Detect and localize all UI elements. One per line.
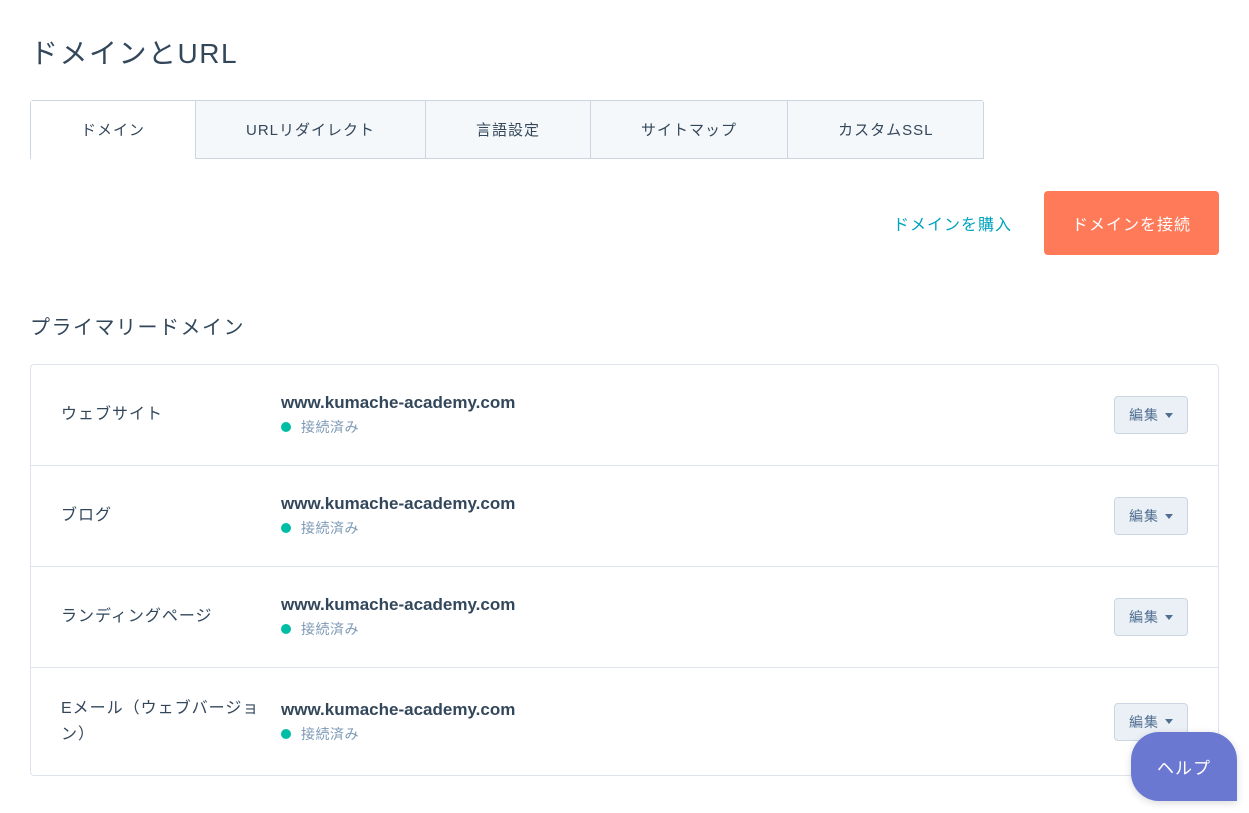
edit-button-label: 編集 xyxy=(1129,405,1159,425)
tabs-bar: ドメイン URLリダイレクト 言語設定 サイトマップ カスタムSSL xyxy=(30,100,984,159)
tab-sitemap[interactable]: サイトマップ xyxy=(591,101,788,158)
domain-name: www.kumache-academy.com xyxy=(281,393,1114,413)
row-content: www.kumache-academy.com 接続済み xyxy=(281,494,1114,538)
row-content: www.kumache-academy.com 接続済み xyxy=(281,700,1114,744)
edit-button-label: 編集 xyxy=(1129,712,1159,732)
chevron-down-icon xyxy=(1165,514,1173,519)
status-dot-icon xyxy=(281,422,291,432)
domain-name: www.kumache-academy.com xyxy=(281,595,1114,615)
row-label: ブログ xyxy=(61,503,281,529)
domain-name: www.kumache-academy.com xyxy=(281,700,1114,720)
connection-status: 接続済み xyxy=(281,619,1114,639)
status-text: 接続済み xyxy=(301,518,359,538)
buy-domain-link[interactable]: ドメインを購入 xyxy=(893,211,1012,235)
edit-button-label: 編集 xyxy=(1129,506,1159,526)
primary-domain-table: ウェブサイト www.kumache-academy.com 接続済み 編集 ブ… xyxy=(30,364,1219,776)
edit-button[interactable]: 編集 xyxy=(1114,396,1188,434)
status-text: 接続済み xyxy=(301,417,359,437)
domain-row-email-web-version: Eメール（ウェブバージョン） www.kumache-academy.com 接… xyxy=(31,668,1218,775)
chevron-down-icon xyxy=(1165,719,1173,724)
connection-status: 接続済み xyxy=(281,518,1114,538)
connection-status: 接続済み xyxy=(281,724,1114,744)
domain-row-landing-page: ランディングページ www.kumache-academy.com 接続済み 編… xyxy=(31,567,1218,668)
status-dot-icon xyxy=(281,729,291,739)
row-label: ウェブサイト xyxy=(61,402,281,428)
help-button[interactable]: ヘルプ xyxy=(1131,732,1237,801)
chevron-down-icon xyxy=(1165,413,1173,418)
domain-row-website: ウェブサイト www.kumache-academy.com 接続済み 編集 xyxy=(31,365,1218,466)
domain-name: www.kumache-academy.com xyxy=(281,494,1114,514)
row-content: www.kumache-academy.com 接続済み xyxy=(281,595,1114,639)
status-text: 接続済み xyxy=(301,619,359,639)
status-dot-icon xyxy=(281,523,291,533)
tab-url-redirect[interactable]: URLリダイレクト xyxy=(196,101,426,158)
row-label: ランディングページ xyxy=(61,604,281,630)
domain-row-blog: ブログ www.kumache-academy.com 接続済み 編集 xyxy=(31,466,1218,567)
row-content: www.kumache-academy.com 接続済み xyxy=(281,393,1114,437)
row-label: Eメール（ウェブバージョン） xyxy=(61,696,281,747)
connection-status: 接続済み xyxy=(281,417,1114,437)
tab-domains[interactable]: ドメイン xyxy=(31,101,196,158)
primary-domain-heading: プライマリードメイン xyxy=(30,311,1219,340)
connect-domain-button[interactable]: ドメインを接続 xyxy=(1044,191,1219,255)
edit-button[interactable]: 編集 xyxy=(1114,497,1188,535)
status-text: 接続済み xyxy=(301,724,359,744)
page-title: ドメインとURL xyxy=(30,32,1219,72)
chevron-down-icon xyxy=(1165,615,1173,620)
tab-language[interactable]: 言語設定 xyxy=(426,101,591,158)
status-dot-icon xyxy=(281,624,291,634)
edit-button[interactable]: 編集 xyxy=(1114,598,1188,636)
tab-custom-ssl[interactable]: カスタムSSL xyxy=(788,101,983,158)
actions-row: ドメインを購入 ドメインを接続 xyxy=(30,191,1219,255)
edit-button-label: 編集 xyxy=(1129,607,1159,627)
